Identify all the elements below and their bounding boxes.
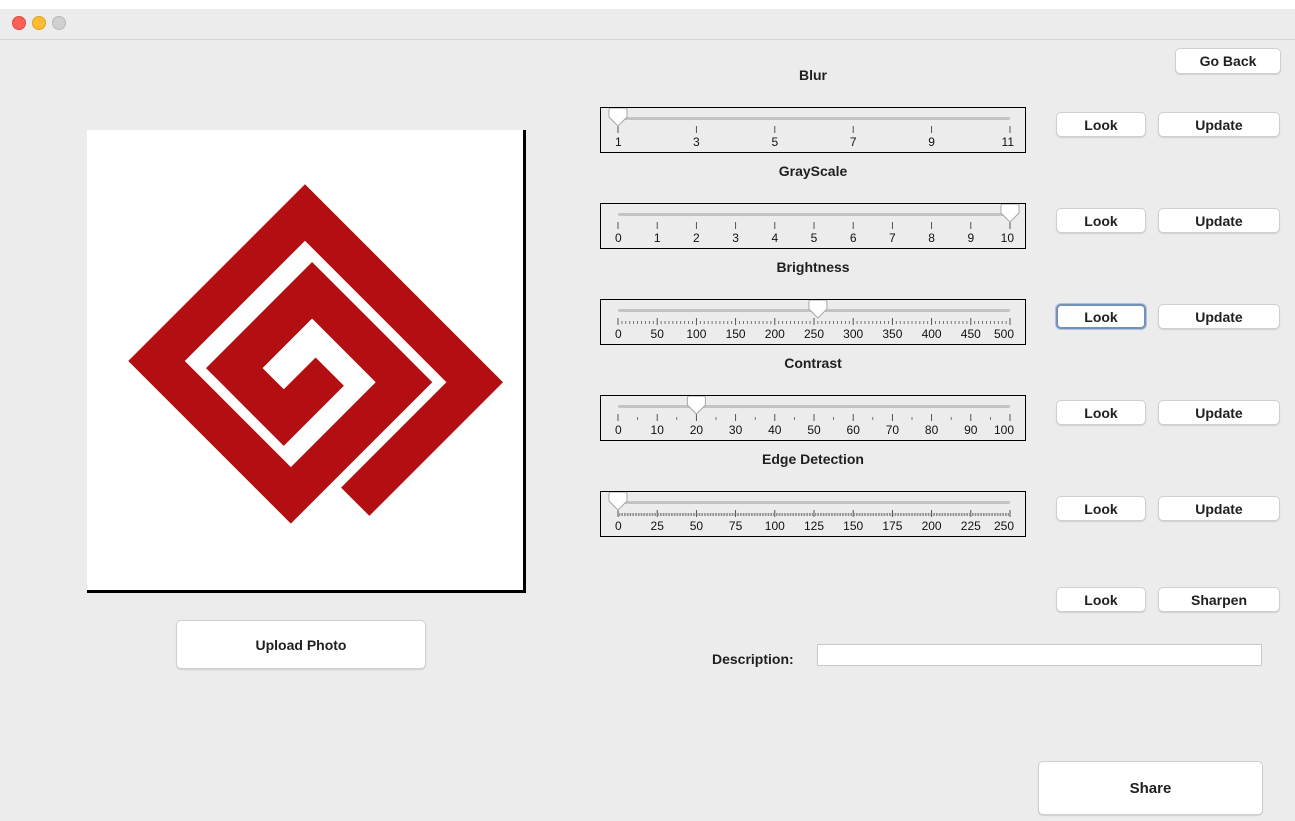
tick-label: 9: [967, 231, 974, 245]
grayscale-slider[interactable]: 0 1 2 3 4 5 6 7 8 9 10: [600, 203, 1026, 249]
brightness-update-button[interactable]: Update: [1158, 304, 1280, 329]
tick-label: 20: [690, 423, 704, 437]
slider-thumb[interactable]: [808, 300, 828, 319]
edge-detection-update-button[interactable]: Update: [1158, 496, 1280, 521]
slider-track[interactable]: [618, 405, 1010, 408]
tick-label: 200: [765, 327, 785, 341]
tick-label: 125: [804, 519, 824, 533]
grayscale-look-button[interactable]: Look: [1056, 208, 1146, 233]
tick-label: 4: [771, 231, 778, 245]
tick-label: 7: [889, 231, 896, 245]
tick-label: 100: [994, 423, 1014, 437]
upload-photo-button[interactable]: Upload Photo: [176, 620, 426, 669]
tick-label: 450: [961, 327, 981, 341]
tick-label: 0: [615, 327, 622, 341]
tick-label: 0: [615, 423, 622, 437]
minimize-window-icon[interactable]: [32, 16, 46, 30]
tick-label: 25: [651, 519, 665, 533]
tick-label: 0: [615, 519, 622, 533]
tick-label: 70: [886, 423, 900, 437]
tick-label: 0: [615, 231, 622, 245]
blur-update-button[interactable]: Update: [1158, 112, 1280, 137]
tick-label: 350: [882, 327, 902, 341]
tick-label: 9: [928, 135, 935, 149]
tick-label: 100: [686, 327, 706, 341]
blur-label: Blur: [799, 67, 827, 83]
tick-label: 250: [994, 519, 1014, 533]
tick-label: 250: [804, 327, 824, 341]
tick-label: 200: [922, 519, 942, 533]
tick-label: 11: [1002, 135, 1015, 149]
brightness-look-button[interactable]: Look: [1056, 304, 1146, 329]
tick-label: 3: [732, 231, 739, 245]
tick-label: 100: [765, 519, 785, 533]
tick-label: 1: [615, 135, 622, 149]
contrast-update-button[interactable]: Update: [1158, 400, 1280, 425]
edge-detection-label: Edge Detection: [762, 451, 864, 467]
tick-label: 90: [964, 423, 978, 437]
edge-detection-look-button[interactable]: Look: [1056, 496, 1146, 521]
tick-label: 40: [768, 423, 782, 437]
description-label: Description:: [712, 651, 794, 667]
close-window-icon[interactable]: [12, 16, 26, 30]
tick-label: 2: [693, 231, 700, 245]
tick-label: 50: [651, 327, 665, 341]
tick-label: 60: [847, 423, 861, 437]
slider-thumb[interactable]: [608, 108, 628, 127]
share-button[interactable]: Share: [1038, 761, 1263, 815]
logo-image: [128, 184, 503, 524]
grayscale-label: GrayScale: [778, 163, 848, 179]
tick-label: 400: [922, 327, 942, 341]
brightness-slider[interactable]: 0 50 100 150 200 250 300 350 400 450 500: [600, 299, 1026, 345]
slider-track[interactable]: [618, 501, 1010, 504]
tick-label: 300: [843, 327, 863, 341]
tick-label: 5: [771, 135, 778, 149]
tick-label: 500: [994, 327, 1014, 341]
tick-label: 150: [726, 327, 746, 341]
tick-label: 175: [882, 519, 902, 533]
tick-label: 1: [654, 231, 661, 245]
tick-label: 80: [925, 423, 939, 437]
tick-label: 150: [843, 519, 863, 533]
tick-label: 10: [1001, 231, 1015, 245]
description-input[interactable]: [817, 644, 1262, 666]
blur-slider[interactable]: 1 3 5 7 9 11: [600, 107, 1026, 153]
tick-label: 50: [690, 519, 704, 533]
zoom-window-icon[interactable]: [52, 16, 66, 30]
sharpen-button[interactable]: Sharpen: [1158, 587, 1280, 612]
slider-thumb[interactable]: [1000, 204, 1020, 223]
slider-track[interactable]: [618, 117, 1010, 120]
edge-detection-slider[interactable]: 0 25 50 75 100 125 150 175 200 225 250: [600, 491, 1026, 537]
brightness-label: Brightness: [776, 259, 850, 275]
tick-label: 7: [850, 135, 857, 149]
tick-label: 3: [693, 135, 700, 149]
contrast-slider[interactable]: 0 10 20 30 40 50 60 70 80 90 100: [600, 395, 1026, 441]
tick-label: 6: [850, 231, 857, 245]
contrast-label: Contrast: [784, 355, 842, 371]
go-back-button[interactable]: Go Back: [1175, 48, 1281, 74]
sharpen-look-button[interactable]: Look: [1056, 587, 1146, 612]
tick-label: 50: [807, 423, 821, 437]
tick-label: 8: [928, 231, 935, 245]
title-bar: [0, 9, 1295, 40]
tick-label: 225: [961, 519, 981, 533]
grayscale-update-button[interactable]: Update: [1158, 208, 1280, 233]
tick-label: 30: [729, 423, 743, 437]
slider-track[interactable]: [618, 213, 1010, 216]
blur-look-button[interactable]: Look: [1056, 112, 1146, 137]
tick-label: 10: [651, 423, 665, 437]
slider-thumb[interactable]: [686, 396, 706, 415]
tick-label: 75: [729, 519, 743, 533]
slider-thumb[interactable]: [608, 492, 628, 511]
image-preview: [87, 130, 526, 593]
tick-label: 5: [811, 231, 818, 245]
contrast-look-button[interactable]: Look: [1056, 400, 1146, 425]
